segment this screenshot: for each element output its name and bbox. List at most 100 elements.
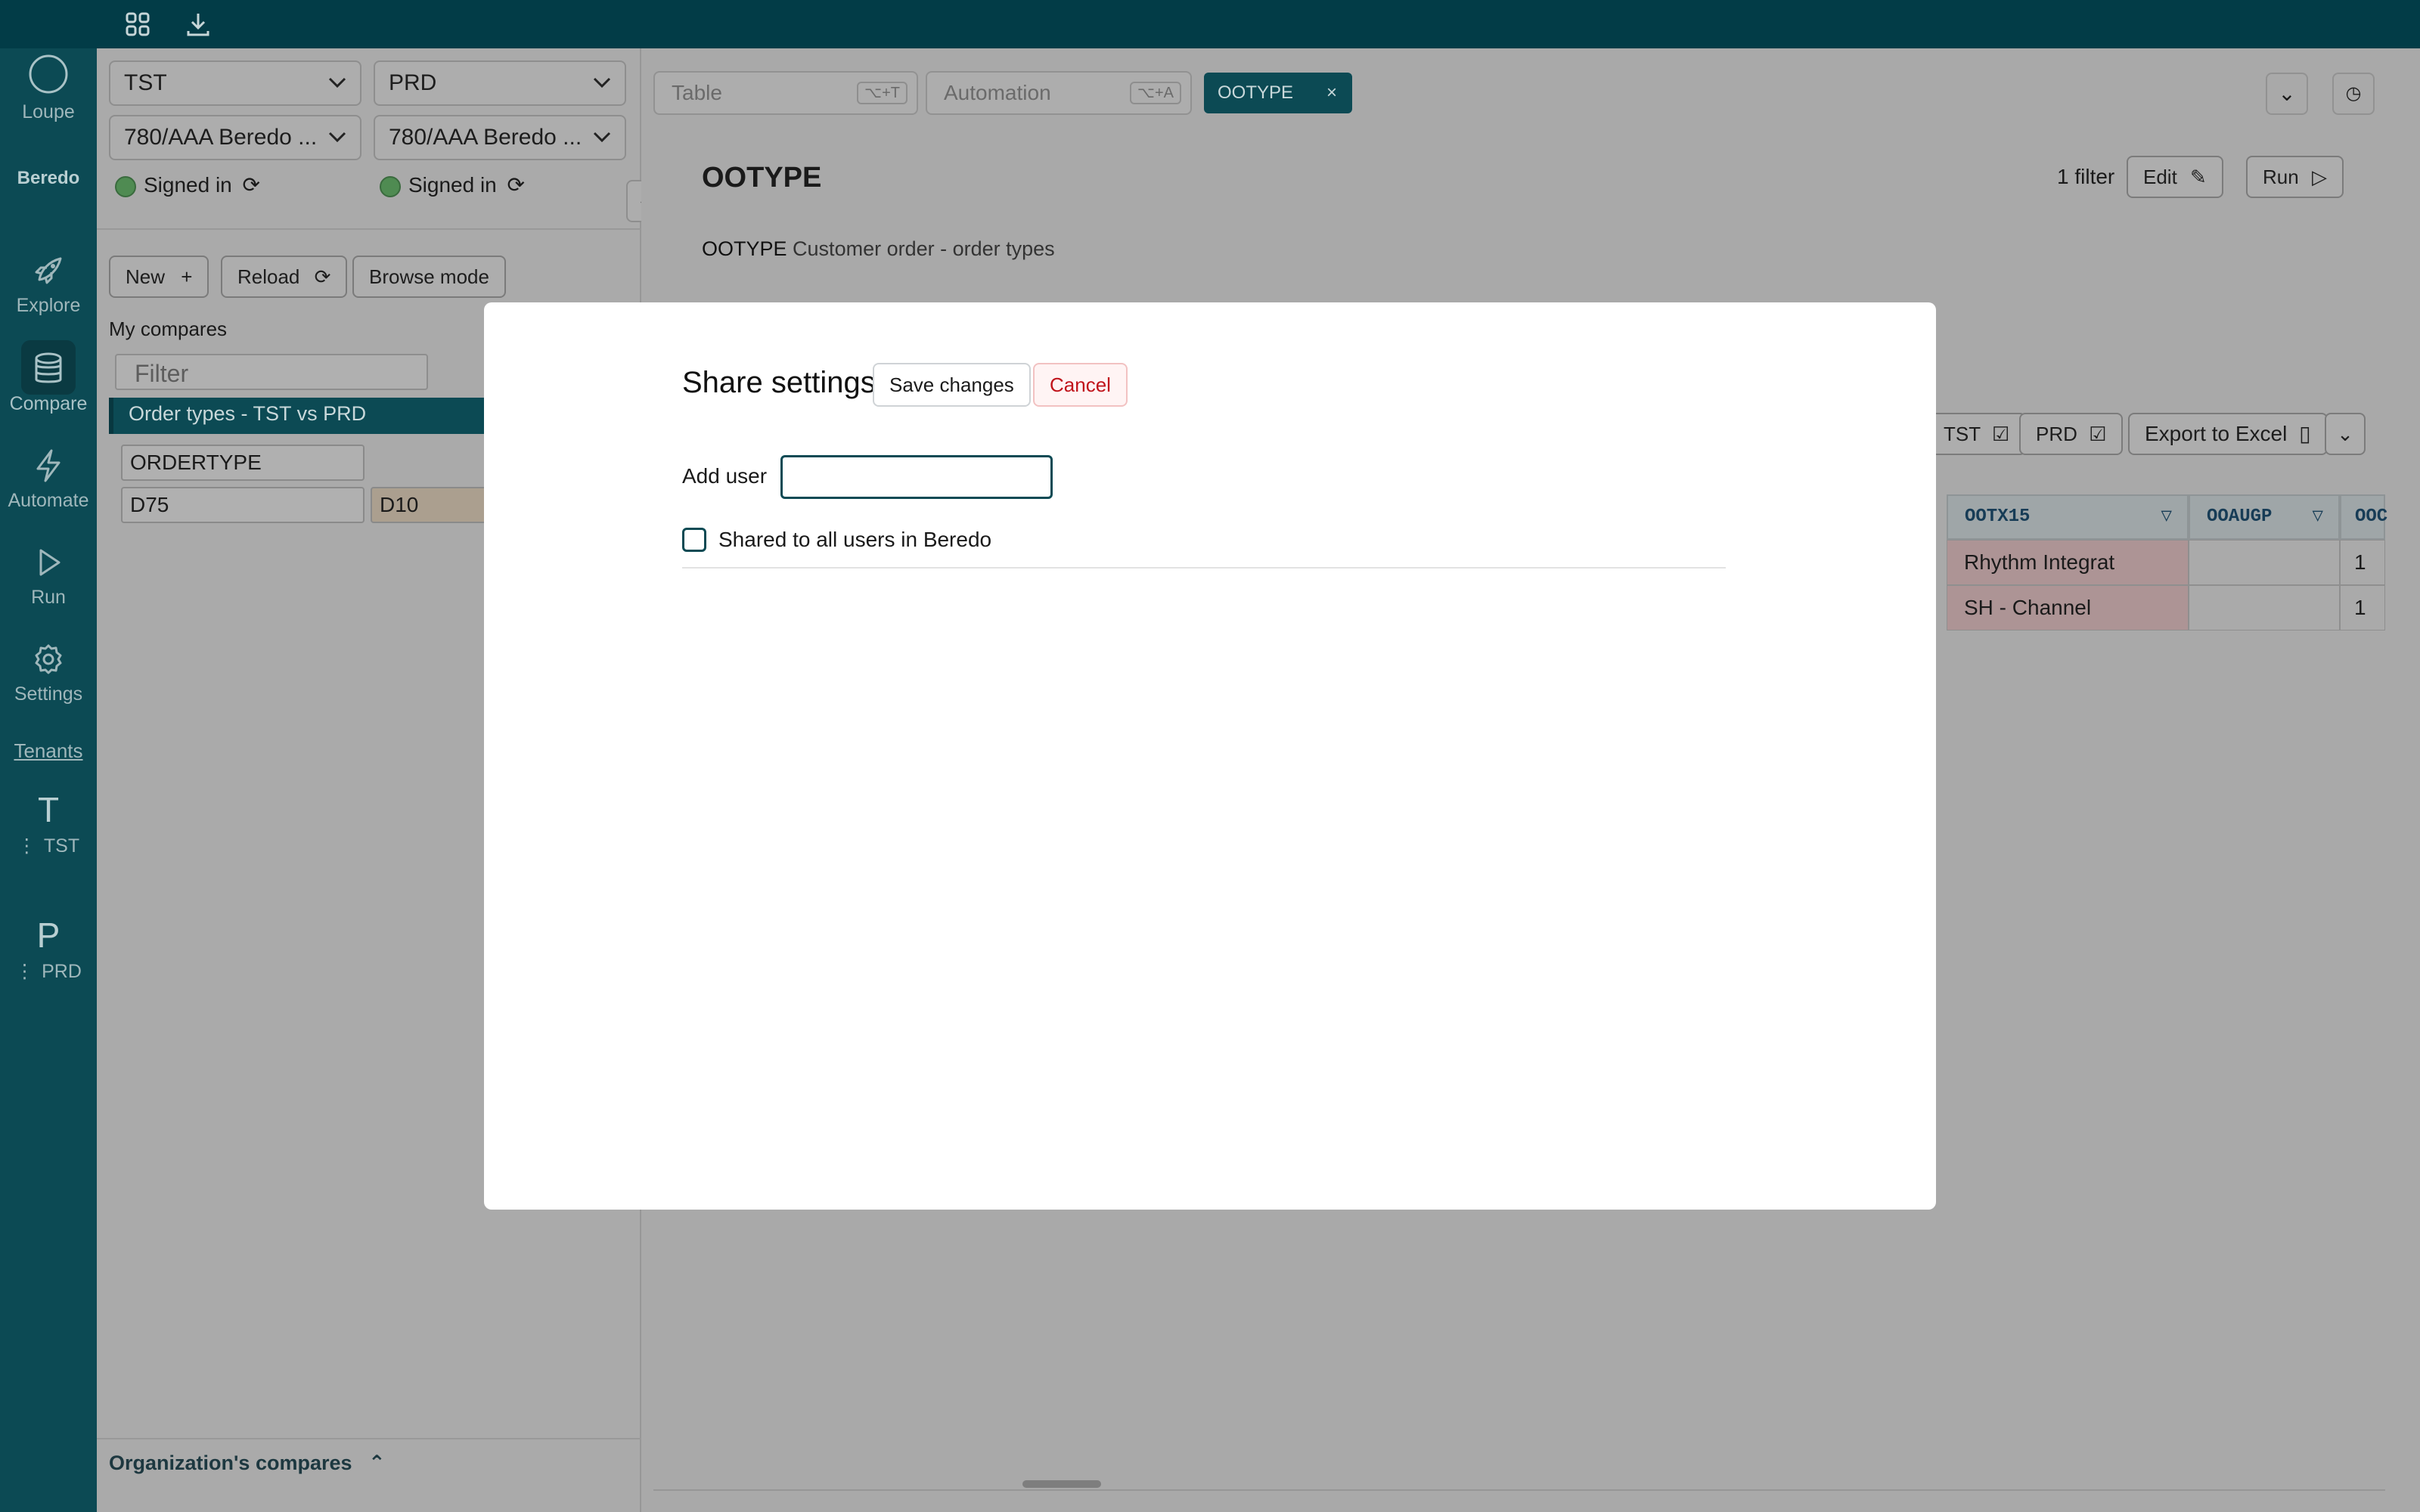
column-title: OOAUGP bbox=[2207, 507, 2273, 527]
toggle-tst-label: TST bbox=[1944, 423, 1981, 445]
description-code: OOTYPE bbox=[702, 237, 787, 260]
run-button[interactable]: Run ▷ bbox=[2246, 156, 2344, 198]
chevron-down-icon bbox=[328, 132, 346, 143]
close-icon[interactable]: × bbox=[1326, 73, 1337, 113]
history-button[interactable]: ◷ bbox=[2332, 73, 2375, 115]
refresh-icon: ⟳ bbox=[314, 265, 331, 288]
play-icon bbox=[39, 549, 60, 576]
column-title: OOC bbox=[2355, 507, 2388, 527]
filter-placeholder: Filter bbox=[135, 360, 189, 387]
tenant-name-text: TST bbox=[43, 835, 80, 857]
table-cell[interactable] bbox=[2189, 585, 2340, 631]
chevron-down-icon bbox=[328, 77, 346, 88]
automation-search[interactable]: Automation ⌥+A bbox=[926, 71, 1192, 115]
table-cell[interactable]: 1 bbox=[2340, 540, 2385, 585]
save-changes-button[interactable]: Save changes bbox=[873, 363, 1031, 407]
env-left-select[interactable]: TST bbox=[109, 60, 361, 106]
side-navigation: Loupe Beredo Explore Compare Automate Ru… bbox=[0, 48, 97, 1512]
reload-button[interactable]: Reload ⟳ bbox=[221, 256, 348, 298]
loupe-logo: Loupe bbox=[0, 53, 97, 123]
client-right-select[interactable]: 780/AAA Beredo ... bbox=[374, 115, 626, 160]
active-table-chip[interactable]: OOTYPE × bbox=[1204, 73, 1352, 113]
dropdown-button[interactable]: ⌄ bbox=[2266, 73, 2308, 115]
tenant-name: ⋮ TST bbox=[17, 835, 79, 857]
toggle-tst[interactable]: TST ☑ bbox=[1927, 413, 2027, 455]
tenant-letter: P bbox=[36, 916, 60, 955]
nav-item-run[interactable]: Run bbox=[0, 544, 97, 609]
kebab-icon[interactable]: ⋮ bbox=[17, 835, 36, 857]
status-left-text: Signed in bbox=[144, 173, 232, 197]
tenant-item-tst[interactable]: T ⋮ TST bbox=[0, 789, 97, 857]
table-cell[interactable]: SH - Channel bbox=[1947, 585, 2189, 631]
tenant-name: ⋮ PRD bbox=[15, 961, 82, 982]
toggle-prd[interactable]: PRD ☑ bbox=[2019, 413, 2124, 455]
table-placeholder: Table bbox=[672, 81, 722, 104]
checkbox-checked-icon: ☑ bbox=[1991, 423, 2010, 445]
export-dropdown-button[interactable]: ⌄ bbox=[2325, 413, 2366, 455]
table-search[interactable]: Table ⌥+T bbox=[653, 71, 918, 115]
refresh-icon[interactable]: ⟳ bbox=[507, 173, 525, 197]
pencil-icon: ✎ bbox=[2190, 166, 2207, 188]
nav-item-automate[interactable]: Automate bbox=[0, 448, 97, 512]
column-title: OOTX15 bbox=[1965, 507, 2031, 527]
column-header[interactable]: OOTX15 ▽ bbox=[1947, 494, 2189, 540]
add-user-label: Add user bbox=[682, 464, 768, 488]
divider bbox=[97, 1438, 641, 1439]
shared-to-all-checkbox[interactable] bbox=[682, 528, 706, 552]
play-icon: ▷ bbox=[2311, 166, 2327, 188]
nav-item-compare[interactable]: Compare bbox=[0, 340, 97, 415]
refresh-icon[interactable]: ⟳ bbox=[243, 173, 260, 197]
chip-label: OOTYPE bbox=[1218, 82, 1294, 103]
table-cell[interactable]: 1 bbox=[2340, 585, 2385, 631]
database-icon bbox=[35, 352, 62, 383]
table-cell[interactable]: Rhythm Integrat bbox=[1947, 540, 2189, 585]
shared-to-all-label: Shared to all users in Beredo bbox=[718, 528, 992, 551]
chevron-down-icon: ⌄ bbox=[2337, 423, 2353, 445]
export-label: Export to Excel bbox=[2145, 422, 2288, 445]
loupe-icon bbox=[29, 54, 68, 94]
nav-item-settings[interactable]: Settings bbox=[0, 641, 97, 705]
kebab-icon[interactable]: ⋮ bbox=[15, 961, 34, 982]
horizontal-scrollbar[interactable] bbox=[1022, 1480, 1101, 1488]
client-right-value: 780/AAA Beredo ... bbox=[389, 125, 582, 150]
tenant-item-prd[interactable]: P ⋮ PRD bbox=[0, 915, 97, 983]
edit-button[interactable]: Edit ✎ bbox=[2127, 156, 2223, 198]
automation-shortcut: ⌥+A bbox=[1129, 82, 1181, 104]
filter-input[interactable]: Filter bbox=[115, 354, 428, 390]
add-user-input[interactable] bbox=[780, 455, 1053, 499]
page-title: OOTYPE bbox=[702, 162, 822, 194]
brand-name: Beredo bbox=[17, 168, 80, 188]
download-icon[interactable] bbox=[185, 11, 212, 38]
table-shortcut: ⌥+T bbox=[857, 82, 908, 104]
grid-icon[interactable] bbox=[124, 11, 151, 38]
nav-label: Compare bbox=[9, 393, 88, 414]
nav-label: Settings bbox=[14, 683, 83, 705]
browse-mode-button[interactable]: Browse mode bbox=[352, 256, 506, 298]
column-header[interactable]: OOC bbox=[2340, 494, 2388, 540]
plus-icon: + bbox=[181, 265, 193, 288]
top-bar bbox=[0, 0, 2420, 48]
compare-item-label: Order types - TST vs PRD bbox=[129, 402, 367, 425]
nav-item-explore[interactable]: Explore bbox=[0, 253, 97, 317]
dialog-title: Share settings bbox=[682, 366, 876, 399]
new-button[interactable]: New + bbox=[109, 256, 209, 298]
filter-icon[interactable]: ▽ bbox=[2161, 496, 2172, 538]
tenant-letter: T bbox=[37, 790, 60, 829]
filter-icon[interactable]: ▽ bbox=[2313, 496, 2323, 538]
org-compares-heading[interactable]: Organization's compares ⌃ bbox=[109, 1452, 386, 1475]
edit-label: Edit bbox=[2143, 166, 2177, 188]
nav-label: Explore bbox=[16, 295, 81, 316]
export-excel-button[interactable]: Export to Excel ▯ bbox=[2128, 413, 2328, 455]
tenant-name-text: PRD bbox=[42, 961, 82, 982]
column-header[interactable]: OOAUGP ▽ bbox=[2189, 494, 2340, 540]
env-right-select[interactable]: PRD bbox=[374, 60, 626, 106]
table-cell[interactable] bbox=[2189, 540, 2340, 585]
client-left-select[interactable]: 780/AAA Beredo ... bbox=[109, 115, 361, 160]
divider bbox=[653, 1489, 2385, 1491]
browse-mode-label: Browse mode bbox=[369, 265, 489, 288]
cancel-button[interactable]: Cancel bbox=[1033, 363, 1128, 407]
status-right-text: Signed in bbox=[408, 173, 497, 197]
toggle-prd-label: PRD bbox=[2036, 423, 2077, 445]
divider bbox=[682, 567, 1726, 569]
client-left-value: 780/AAA Beredo ... bbox=[124, 125, 318, 150]
